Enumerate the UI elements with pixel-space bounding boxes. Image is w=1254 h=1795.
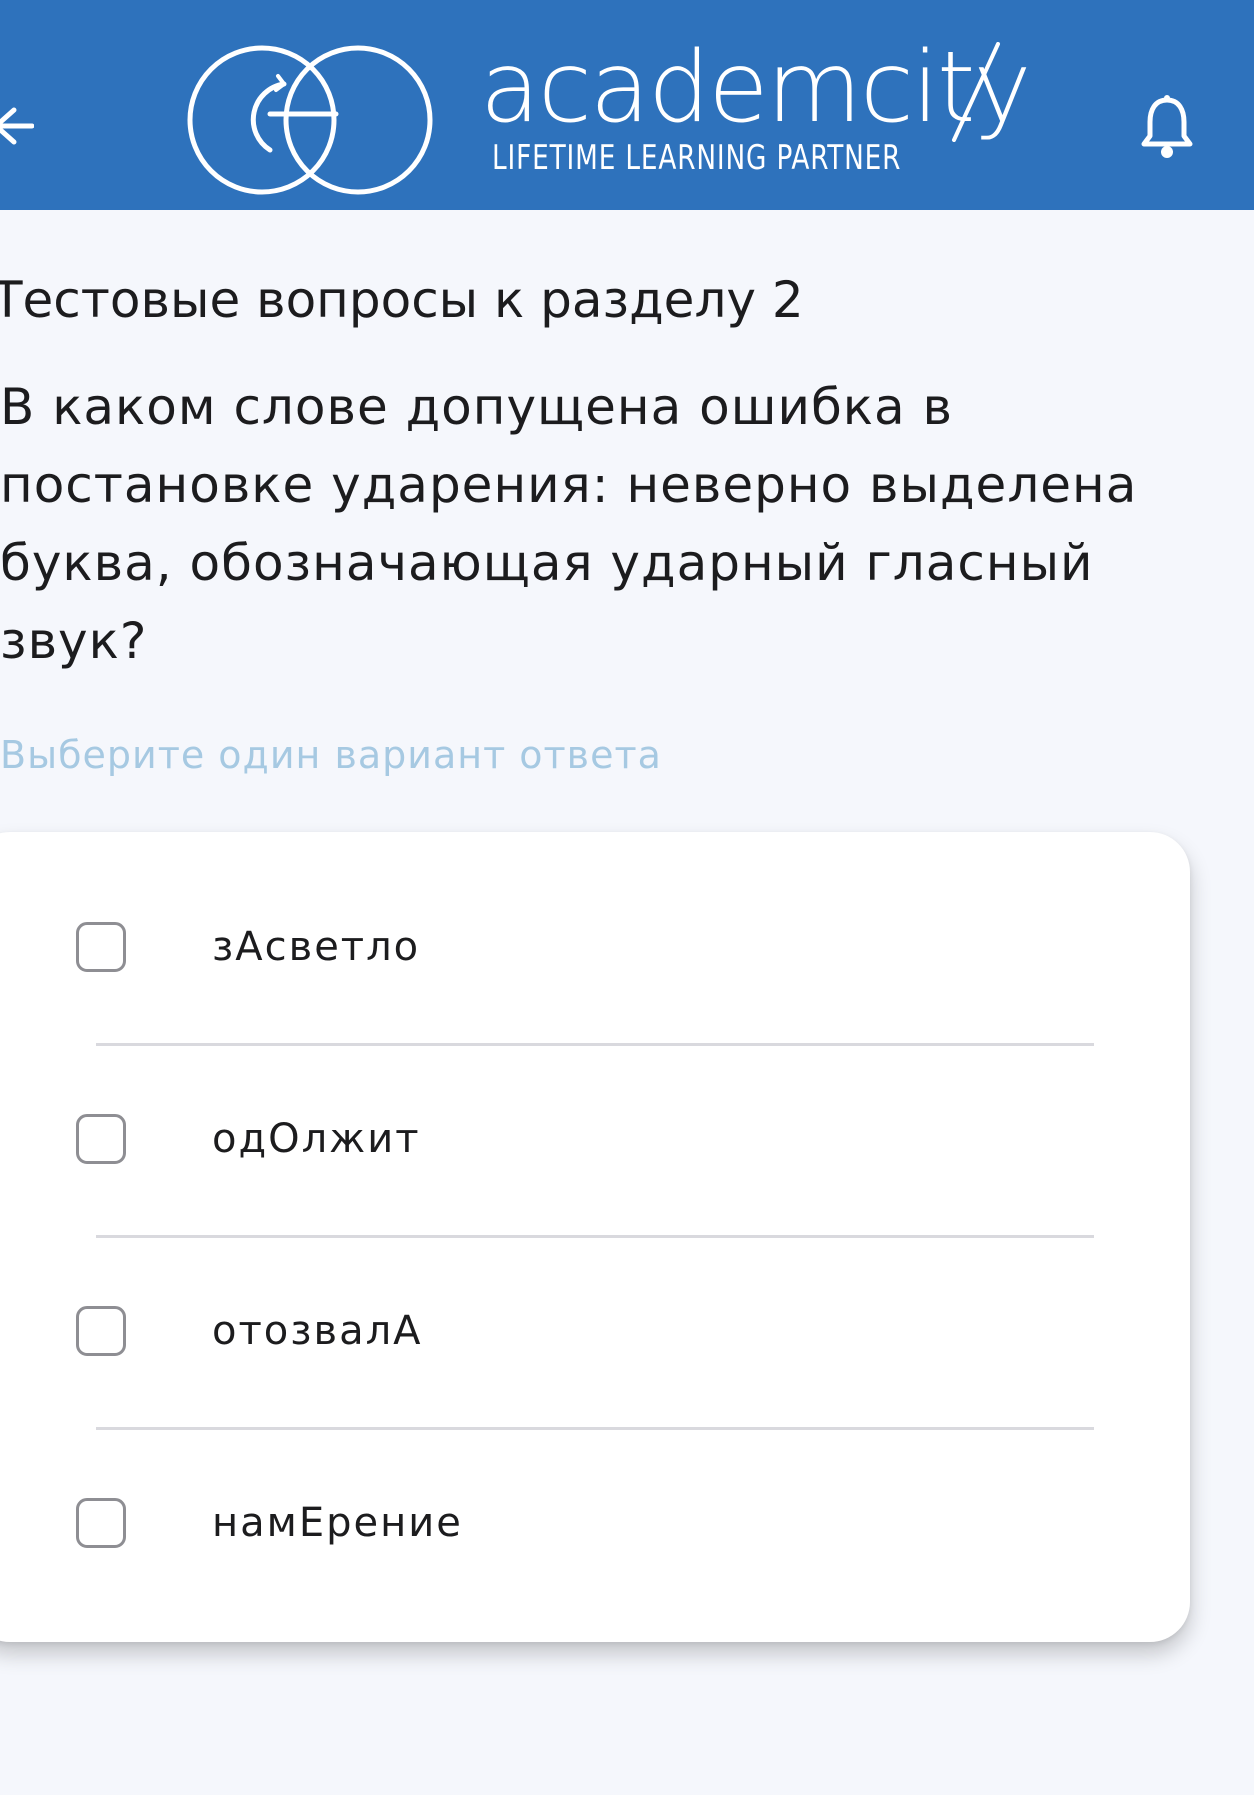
option-label: одОлжит xyxy=(212,1116,421,1162)
back-button[interactable] xyxy=(0,98,35,154)
bell-icon xyxy=(1141,95,1193,158)
question-text: В каком слове допущена ошибка в постанов… xyxy=(0,378,1138,670)
app-header: academcity LIFETIME LEARNING PARTNER xyxy=(0,0,1254,210)
back-arrow-icon xyxy=(0,107,35,145)
section-title: Тестовые вопросы к разделу 2 xyxy=(0,271,804,329)
option-label: намЕрение xyxy=(212,1500,463,1546)
answer-options-card: зАсветло одОлжит отозвалА намЕрение xyxy=(0,832,1190,1642)
brand-slash-icon xyxy=(952,42,1000,142)
option-label: зАсветло xyxy=(212,924,421,970)
option-label: отозвалА xyxy=(212,1308,423,1354)
answer-option[interactable]: одОлжит xyxy=(0,1042,1190,1234)
option-checkbox[interactable] xyxy=(76,1114,126,1164)
brand-tagline: LIFETIME LEARNING PARTNER xyxy=(492,138,902,178)
answer-option[interactable]: намЕрение xyxy=(0,1426,1190,1618)
notifications-button[interactable] xyxy=(1140,94,1194,160)
option-checkbox[interactable] xyxy=(76,1306,126,1356)
answer-hint: Выберите один вариант ответа xyxy=(0,733,662,777)
academcity-logo-icon xyxy=(187,45,433,195)
option-checkbox[interactable] xyxy=(76,1498,126,1548)
option-checkbox[interactable] xyxy=(76,922,126,972)
answer-option[interactable]: зАсветло xyxy=(0,832,1190,1024)
answer-option[interactable]: отозвалА xyxy=(0,1234,1190,1426)
